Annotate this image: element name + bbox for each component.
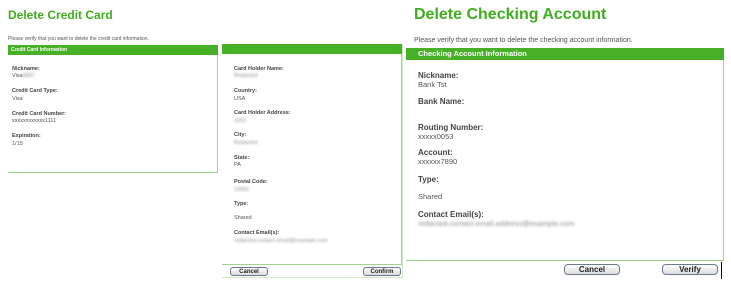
field-value-account: xxxxxx7890 — [418, 157, 458, 166]
section-header: Checking Account Information — [406, 48, 724, 60]
field-label-type: Type: — [418, 175, 439, 184]
field-value-type: Shared — [418, 192, 443, 201]
field-label-routing-number: Routing Number: — [418, 123, 484, 132]
page-title: Delete Credit Card — [8, 8, 113, 22]
cancel-button[interactable]: Cancel — [230, 267, 268, 276]
verify-button[interactable]: Verify — [662, 264, 718, 275]
field-value-state: PA — [234, 162, 241, 168]
field-label-nickname: Nickname: — [12, 66, 40, 72]
field-label-card-number: Credit Card Number: — [12, 111, 67, 117]
field-label-card-holder-address: Card Holder Address: — [234, 110, 291, 116]
delete-checking-account-panel: Delete Checking Account Please verify th… — [406, 0, 724, 280]
field-value-nickname: Visa8887 — [12, 73, 35, 79]
intro-text: Please verify that you want to delete th… — [8, 36, 149, 42]
page-title: Delete Checking Account — [414, 6, 607, 23]
field-label-contact-email: Contact Email(s): — [234, 230, 280, 236]
field-label-postal-code: Postal Code: — [234, 179, 268, 185]
field-value-contact-email: redacted.contact.email@example.com — [234, 238, 328, 244]
field-label-state: State: — [234, 155, 250, 161]
field-label-city: City: — [234, 132, 247, 138]
field-value-nickname: Bank Tst — [418, 80, 447, 89]
field-value-card-number: xxxxxxxxxxxx1111 — [12, 118, 57, 124]
intro-text: Please verify that you want to delete th… — [414, 37, 633, 44]
field-label-card-holder-name: Card Holder Name: — [234, 66, 284, 72]
card-holder-panel: Card Holder Name: Redacted Country: USA … — [222, 44, 403, 278]
field-value-card-type: Visa — [12, 96, 23, 102]
field-label-country: Country: — [234, 88, 257, 94]
section-header: Credit Card Information — [8, 45, 218, 55]
section-header-bar — [222, 44, 402, 54]
field-value-routing-number: xxxxx0053 — [418, 132, 454, 141]
cancel-button[interactable]: Cancel — [564, 264, 620, 275]
field-value-contact-email: redacted.contact.email.address@example.c… — [418, 219, 575, 228]
field-label-card-type: Credit Card Type: — [12, 88, 58, 94]
field-value-card-holder-address: 1001 — [234, 118, 247, 124]
divider — [721, 262, 722, 279]
delete-credit-card-panel: Delete Credit Card Please verify that yo… — [0, 0, 218, 175]
field-value-type: Shared — [234, 215, 252, 221]
field-label-nickname: Nickname: — [418, 71, 459, 80]
field-label-bank-name: Bank Name: — [418, 97, 465, 106]
field-label-contact-email: Contact Email(s): — [418, 210, 484, 219]
field-value-expiration: 1/15 — [12, 141, 23, 147]
field-value-card-holder-name: Redacted — [234, 73, 258, 79]
field-value-postal-code: 10001 — [234, 187, 250, 193]
field-label-account: Account: — [418, 148, 453, 157]
field-label-expiration: Expiration: — [12, 133, 41, 139]
field-label-type: Type: — [234, 201, 249, 207]
confirm-button[interactable]: Confirm — [363, 267, 401, 276]
field-value-country: USA — [234, 96, 246, 102]
field-value-city: Redacted — [234, 140, 258, 146]
